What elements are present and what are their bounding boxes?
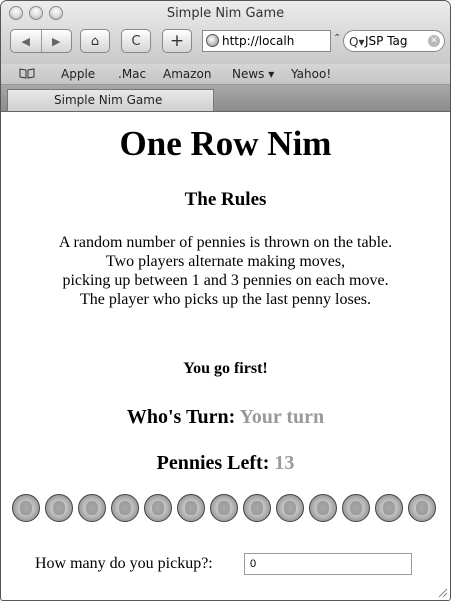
reload-icon: C xyxy=(131,33,141,49)
penny-icon xyxy=(375,494,403,522)
turn-label: Who's Turn: xyxy=(126,406,240,428)
rules-line: picking up between 1 and 3 pennies on ea… xyxy=(62,272,389,289)
penny-icon xyxy=(276,494,304,522)
first-move-message: You go first! xyxy=(183,360,268,377)
page-content: One Row Nim The Rules A random number of… xyxy=(1,112,450,600)
bookmark-news[interactable]: News ▾ xyxy=(232,67,274,81)
turn-status: Who's Turn: Your turn xyxy=(1,406,450,429)
rules-text: A random number of pennies is thrown on … xyxy=(1,233,450,309)
penny-icon xyxy=(210,494,238,522)
rules-line: The player who picks up the last penny l… xyxy=(79,291,372,308)
rules-line: A random number of pennies is thrown on … xyxy=(58,234,393,251)
penny-icon xyxy=(243,494,271,522)
penny-icon xyxy=(177,494,205,522)
penny-icon xyxy=(408,494,436,522)
tab-bar: Simple Nim Game xyxy=(1,85,450,112)
turn-value: Your turn xyxy=(239,406,325,428)
penny-icon xyxy=(12,494,40,522)
pennies-left-label: Pennies Left: xyxy=(156,452,275,474)
penny-icon xyxy=(144,494,172,522)
back-forward-buttons[interactable]: ◀ ▶ xyxy=(10,29,72,53)
pickup-prompt: How many do you pickup?: xyxy=(35,555,213,572)
clear-search-icon[interactable]: ✕ xyxy=(428,35,440,47)
reload-button[interactable]: C xyxy=(121,29,151,53)
tab-simple-nim-game[interactable]: Simple Nim Game xyxy=(7,89,214,111)
bookmark-amazon[interactable]: Amazon xyxy=(163,67,212,81)
penny-icon xyxy=(111,494,139,522)
bookmark-yahoo[interactable]: Yahoo! xyxy=(291,67,331,81)
globe-icon xyxy=(206,34,219,47)
address-text: http://localh xyxy=(222,34,295,48)
penny-icon xyxy=(45,494,73,522)
page-title: One Row Nim xyxy=(119,124,332,163)
back-arrow-icon[interactable]: ◀ xyxy=(11,35,41,48)
home-icon: ⌂ xyxy=(90,33,100,49)
pennies-left-value: 13 xyxy=(274,452,295,474)
bookmarks-book-icon[interactable] xyxy=(19,68,35,79)
penny-icon xyxy=(309,494,337,522)
bookmark-mac[interactable]: .Mac xyxy=(118,67,146,81)
browser-toolbar: Simple Nim Game ◀ ▶ ⌂ C + http://localh … xyxy=(1,1,450,65)
search-text: JSP Tag xyxy=(365,34,408,48)
home-button[interactable]: ⌂ xyxy=(80,29,110,53)
address-menu-icon[interactable]: ⌃ xyxy=(333,33,341,44)
address-bar[interactable]: http://localh xyxy=(202,30,331,52)
penny-icon xyxy=(342,494,370,522)
browser-window: Simple Nim Game ◀ ▶ ⌂ C + http://localh … xyxy=(0,0,451,601)
resize-grip-icon[interactable] xyxy=(436,586,448,598)
window-title: Simple Nim Game xyxy=(166,6,285,21)
rules-heading: The Rules xyxy=(184,189,267,210)
bookmark-apple[interactable]: Apple xyxy=(61,67,95,81)
bookmarks-bar: Apple .Mac Amazon News ▾ Yahoo! xyxy=(1,64,450,85)
forward-arrow-icon[interactable]: ▶ xyxy=(42,35,72,48)
pennies-left-status: Pennies Left: 13 xyxy=(1,452,450,475)
search-icon[interactable]: Q▾ xyxy=(349,32,364,51)
rules-line: Two players alternate making moves, xyxy=(105,253,346,270)
plus-icon: + xyxy=(169,31,185,51)
penny-icon xyxy=(78,494,106,522)
pickup-input[interactable]: 0 xyxy=(244,553,412,575)
search-field[interactable]: Q▾ JSP Tag ✕ xyxy=(343,30,445,52)
add-bookmark-button[interactable]: + xyxy=(162,29,192,53)
penny-row xyxy=(12,494,442,524)
